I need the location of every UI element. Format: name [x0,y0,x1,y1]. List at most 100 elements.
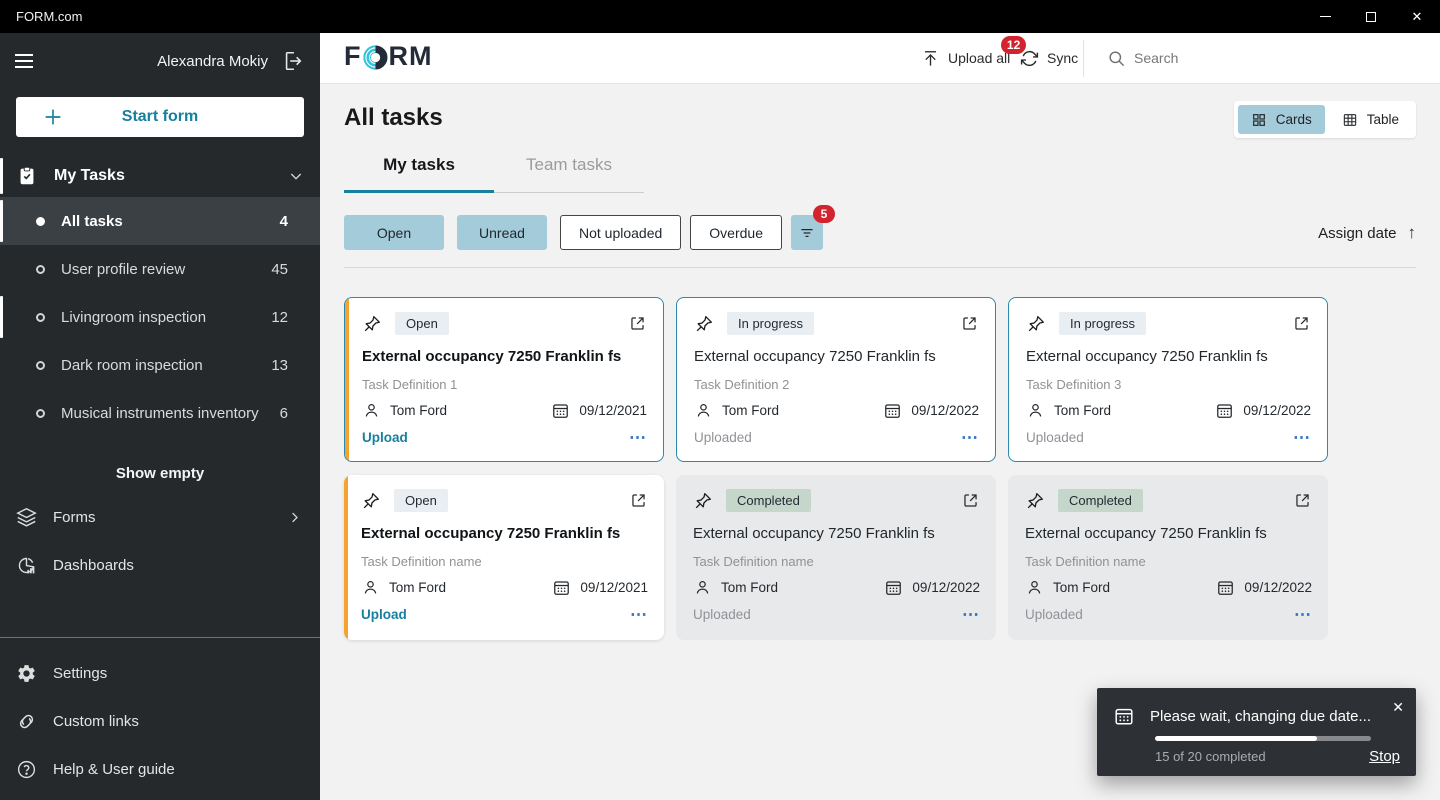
due-date-group: 09/12/2022 [1215,401,1311,420]
more-filters-button[interactable]: 5 [791,215,823,250]
circle-icon [36,313,45,322]
view-toggle: Cards Table [1234,101,1416,138]
app-title: FORM.com [16,9,82,24]
task-definition: Task Definition 2 [694,377,979,392]
card-actions-row: Uploaded ⋯ [1026,430,1311,445]
menu-button[interactable] [12,49,36,73]
search-placeholder: Search [1134,50,1178,66]
pin-icon[interactable] [694,314,714,334]
maximize-button[interactable] [1348,0,1394,33]
task-card[interactable]: Open External occupancy 7250 Franklin fs… [344,297,664,462]
task-definition: Task Definition 3 [1026,377,1311,392]
pin-icon[interactable] [693,491,713,511]
more-options-icon[interactable]: ⋯ [630,610,648,620]
task-count: 4 [280,213,288,230]
search-icon [1107,49,1126,68]
more-options-icon[interactable]: ⋯ [961,433,979,443]
sort-control[interactable]: Assign date ↑ [1318,223,1416,243]
search-input[interactable]: Search [1107,33,1407,83]
filter-chip-not-uploaded[interactable]: Not uploaded [560,215,681,250]
more-options-icon[interactable]: ⋯ [1294,610,1312,620]
filter-chip-overdue[interactable]: Overdue [690,215,782,250]
due-date: 09/12/2021 [579,403,647,418]
person-icon [694,401,713,420]
calendar-icon [1215,401,1234,420]
calendar-icon [1216,578,1235,597]
sidebar-item-dashboards[interactable]: Dashboards [0,541,320,589]
sidebar-item-label: All tasks [61,213,123,230]
stop-button[interactable]: Stop [1369,748,1400,765]
table-view-button[interactable]: Table [1329,105,1412,134]
sidebar-item-label: Dark room inspection [61,357,203,374]
sort-label: Assign date [1318,225,1396,242]
open-in-new-icon[interactable] [1293,491,1312,510]
upload-action-link[interactable]: Upload [361,607,407,622]
filter-chip-unread[interactable]: Unread [457,215,547,250]
link-icon [16,711,37,732]
task-tabs: My tasks Team tasks [344,155,644,193]
close-button[interactable]: ✕ [1394,0,1440,33]
unread-accent-bar [344,475,348,640]
more-options-icon[interactable]: ⋯ [962,610,980,620]
sidebar-item-help[interactable]: Help & User guide [0,745,320,793]
due-date-group: 09/12/2021 [551,401,647,420]
sidebar-item-settings[interactable]: Settings [0,649,320,697]
circle-icon [36,409,45,418]
sidebar-item-forms[interactable]: Forms [0,493,320,541]
due-date: 09/12/2022 [1244,580,1312,595]
status-badge: Open [395,312,449,335]
start-form-button[interactable]: Start form [16,97,304,137]
toast-message-row: Please wait, changing due date... [1097,688,1416,727]
sidebar-item-musical-instruments-inventory[interactable]: Musical instruments inventory 6 [0,389,320,437]
task-card[interactable]: In progress External occupancy 7250 Fran… [1008,297,1328,462]
card-header: In progress [694,312,979,335]
open-in-new-icon[interactable] [961,491,980,510]
open-in-new-icon[interactable] [1292,314,1311,333]
filter-chips: Open Unread Not uploaded Overdue 5 [344,215,823,250]
sign-out-icon[interactable] [282,50,304,72]
upload-all-button[interactable]: Upload all 12 [921,33,1010,83]
card-header: Open [362,312,647,335]
pin-icon[interactable] [1026,314,1046,334]
upload-action-link[interactable]: Upload [362,430,408,445]
tab-team-tasks[interactable]: Team tasks [494,155,644,193]
person-icon [1026,401,1045,420]
my-tasks-section-header[interactable]: My Tasks [0,155,320,197]
gear-icon [16,663,37,684]
pin-icon[interactable] [1025,491,1045,511]
filter-chip-open[interactable]: Open [344,215,444,250]
task-card[interactable]: Completed External occupancy 7250 Frankl… [1008,475,1328,640]
open-in-new-icon[interactable] [960,314,979,333]
cards-view-button[interactable]: Cards [1238,105,1325,134]
toast-close-icon[interactable]: ✕ [1390,697,1406,718]
pin-icon[interactable] [362,314,382,334]
task-card[interactable]: Completed External occupancy 7250 Frankl… [676,475,996,640]
status-badge: Completed [1058,489,1143,512]
sidebar-item-user-profile-review[interactable]: User profile review 45 [0,245,320,293]
main-header: F RM Upload all 12 Sync [320,33,1440,84]
show-empty-button[interactable]: Show empty [0,453,320,493]
pin-icon[interactable] [361,491,381,511]
minimize-button[interactable] [1302,0,1348,33]
card-header: Completed [693,489,980,512]
sidebar-item-all-tasks[interactable]: All tasks 4 [0,197,320,245]
open-in-new-icon[interactable] [629,491,648,510]
task-card[interactable]: In progress External occupancy 7250 Fran… [676,297,996,462]
sidebar-item-custom-links[interactable]: Custom links [0,697,320,745]
more-options-icon[interactable]: ⋯ [629,433,647,443]
calendar-icon [551,401,570,420]
calendar-icon [884,578,903,597]
sidebar-item-dark-room-inspection[interactable]: Dark room inspection 13 [0,341,320,389]
task-card[interactable]: Open External occupancy 7250 Franklin fs… [344,475,664,640]
more-options-icon[interactable]: ⋯ [1293,433,1311,443]
due-date-group: 09/12/2022 [884,578,980,597]
tab-my-tasks[interactable]: My tasks [344,155,494,193]
due-date-group: 09/12/2021 [552,578,648,597]
person-icon [361,578,380,597]
uploaded-status-text: Uploaded [1026,430,1084,445]
window-titlebar: FORM.com ✕ [0,0,1440,33]
sidebar-item-livingroom-inspection[interactable]: Livingroom inspection 12 [0,293,320,341]
sync-button[interactable]: Sync [1020,33,1078,83]
open-in-new-icon[interactable] [628,314,647,333]
status-badge: Completed [726,489,811,512]
